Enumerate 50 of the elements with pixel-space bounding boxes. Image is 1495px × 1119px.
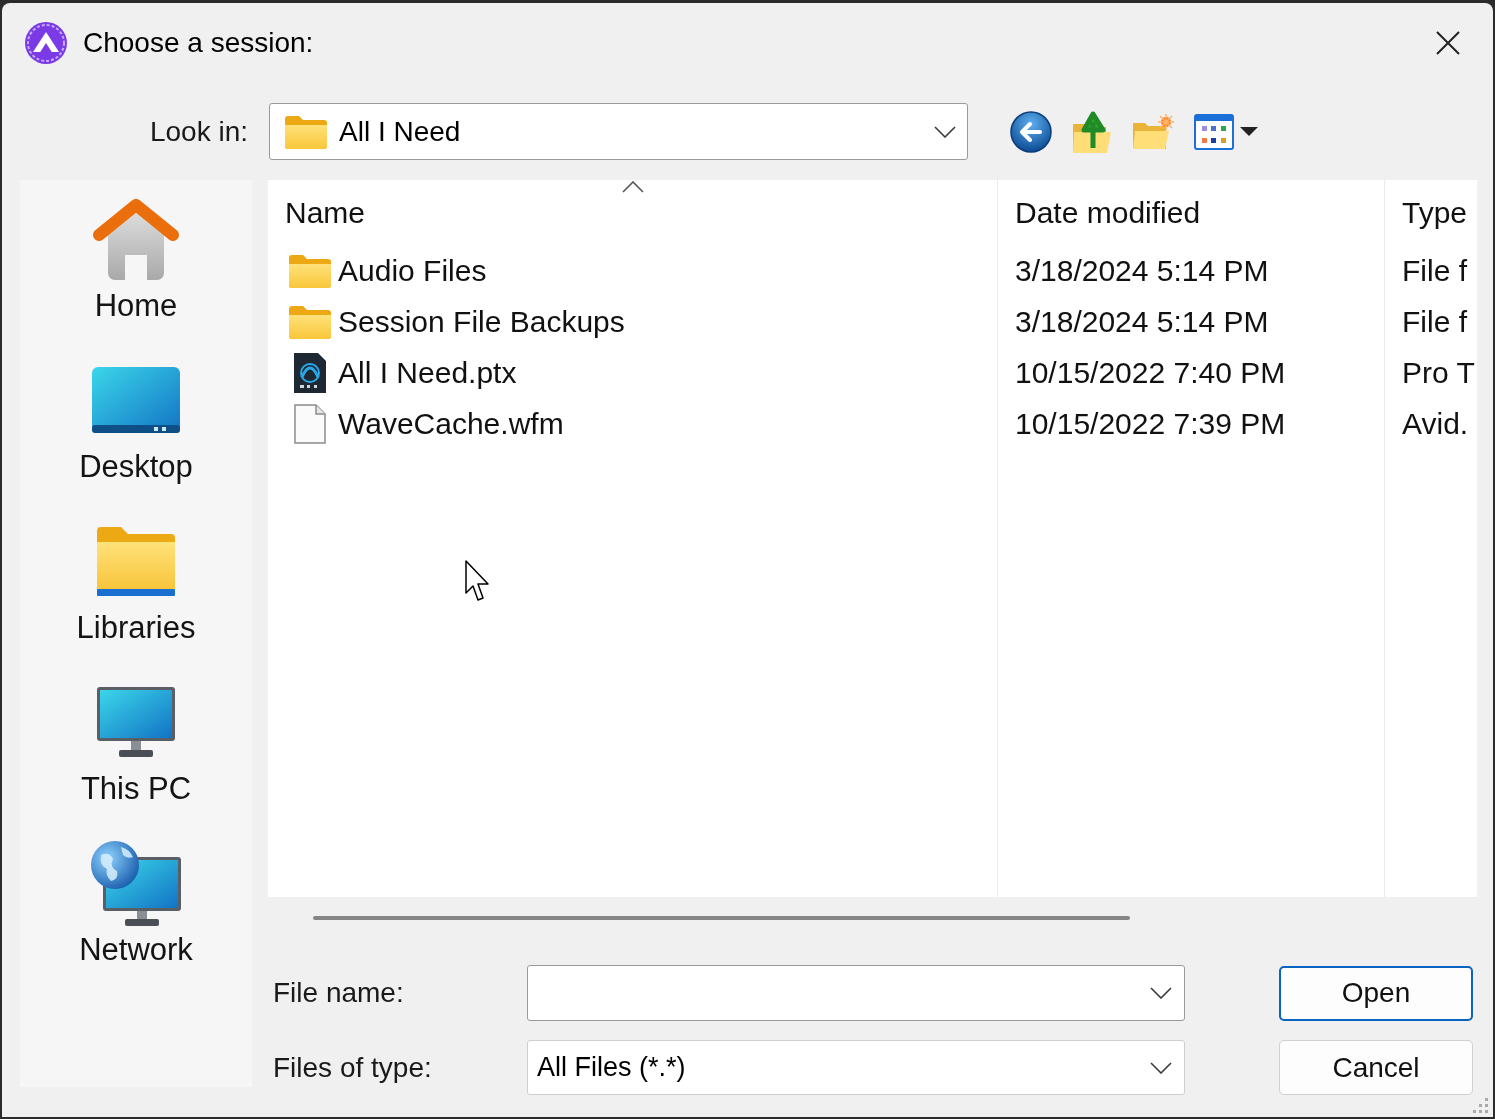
folder-icon	[289, 253, 331, 288]
folder-up-icon[interactable]	[1072, 109, 1112, 154]
column-header[interactable]: Type	[1385, 180, 1477, 245]
horizontal-scrollbar[interactable]	[313, 916, 1130, 920]
back-icon[interactable]	[1010, 110, 1052, 153]
app-logo-icon	[24, 21, 68, 65]
file-type-text: File f	[1402, 304, 1467, 339]
places-item[interactable]: Network	[36, 841, 236, 970]
places-item[interactable]: This PC	[36, 680, 236, 809]
network-icon	[91, 840, 181, 926]
file-type-text: Avid.	[1402, 406, 1469, 441]
date-modified-text: 10/15/2022 7:40 PM	[1015, 355, 1286, 390]
look-in-dropdown[interactable]: All I Need	[269, 103, 968, 160]
home-icon	[92, 197, 180, 281]
date-modified-text: 3/18/2024 5:14 PM	[1015, 253, 1269, 288]
date-modified-text: 3/18/2024 5:14 PM	[1015, 304, 1269, 339]
folder-icon	[97, 526, 175, 596]
column-header[interactable]: Name	[268, 180, 997, 245]
places-item[interactable]: Desktop	[36, 358, 236, 487]
monitor-icon	[97, 687, 175, 757]
document-icon	[294, 403, 326, 444]
session-file-icon	[294, 352, 326, 393]
folder-icon	[285, 114, 327, 149]
resize-grip-icon[interactable]	[1473, 1098, 1489, 1114]
file-name[interactable]: Session File Backups	[338, 304, 625, 339]
file-type-dropdown[interactable]: All Files (*.*)	[527, 1040, 1185, 1095]
look-in-label: Look in:	[149, 115, 248, 148]
file-name-label: File name:	[272, 977, 405, 1009]
cancel-button[interactable]: Cancel	[1279, 1040, 1473, 1095]
file-name[interactable]: Audio Files	[338, 253, 487, 288]
file-type-text: Pro T	[1402, 355, 1475, 390]
folder-icon	[289, 304, 331, 339]
chevron-down-icon	[1150, 987, 1172, 999]
places-item[interactable]: Home	[36, 197, 236, 326]
file-name[interactable]: All I Need.ptx	[338, 355, 517, 390]
window-title: Choose a session:	[83, 27, 314, 59]
file-type-label: Files of type:	[272, 1051, 433, 1084]
file-name[interactable]: WaveCache.wfm	[338, 406, 564, 441]
close-icon[interactable]	[1436, 31, 1460, 55]
desktop-icon	[92, 367, 180, 433]
chevron-down-icon	[1150, 1061, 1172, 1074]
view-menu-icon[interactable]	[1194, 113, 1258, 150]
column-header[interactable]: Date modified	[998, 180, 1384, 245]
places-item[interactable]: Libraries	[36, 519, 236, 648]
mouse-pointer-icon	[465, 560, 491, 602]
file-name-field[interactable]	[527, 965, 1185, 1021]
open-button[interactable]: Open	[1279, 965, 1473, 1021]
chevron-down-icon	[934, 125, 956, 138]
date-modified-text: 10/15/2022 7:39 PM	[1015, 406, 1286, 441]
file-type-text: File f	[1402, 253, 1467, 288]
